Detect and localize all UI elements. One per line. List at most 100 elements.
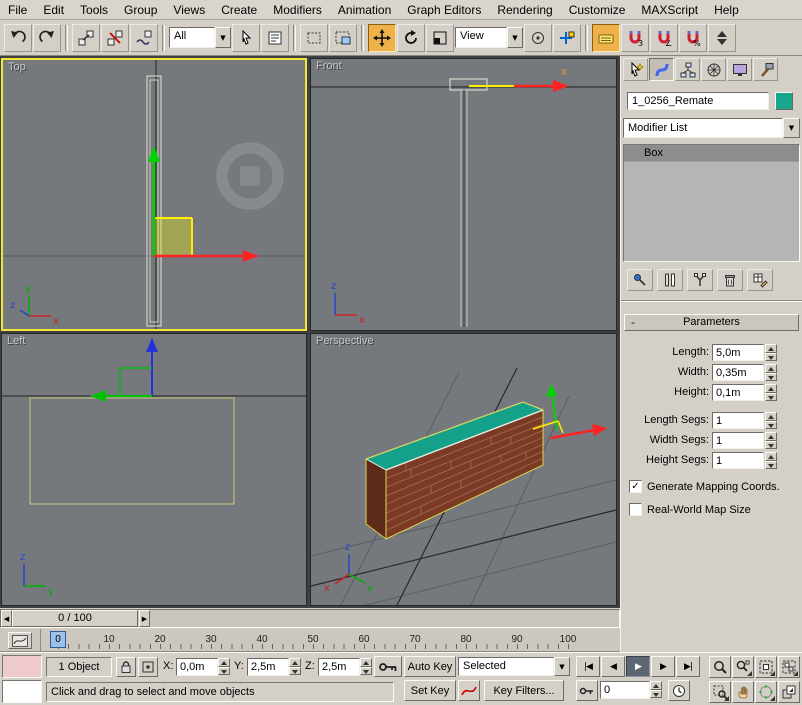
viewport-front-label[interactable]: Front — [316, 60, 342, 72]
key-filters-button[interactable]: Key Filters... — [484, 680, 564, 701]
zoom-extents-button[interactable] — [755, 656, 777, 678]
chevron-down-icon[interactable]: ▼ — [215, 27, 231, 48]
menu-graph-editors[interactable]: Graph Editors — [399, 1, 489, 19]
snap-toggle-3d-button[interactable]: 3 — [621, 24, 649, 52]
auto-key-button[interactable]: Auto Key — [404, 656, 456, 677]
current-frame-spinner[interactable] — [650, 681, 662, 698]
set-keys-button[interactable] — [374, 656, 402, 677]
zoom-all-button[interactable] — [732, 656, 754, 678]
menu-customize[interactable]: Customize — [561, 1, 634, 19]
chevron-down-icon[interactable]: ▼ — [783, 118, 800, 138]
set-key-button[interactable]: Set Key — [404, 680, 456, 701]
bind-to-space-warp-button[interactable] — [130, 24, 158, 52]
height-spinner[interactable] — [765, 384, 777, 401]
chevron-down-icon[interactable]: ▼ — [507, 27, 523, 48]
width-field[interactable]: 0,35m — [712, 364, 764, 381]
make-unique-button[interactable] — [687, 269, 713, 291]
object-name-field[interactable]: 1_0256_Remate — [627, 92, 769, 110]
box-object[interactable] — [366, 402, 543, 539]
width-segs-spinner[interactable] — [765, 432, 777, 449]
select-object-button[interactable] — [232, 24, 260, 52]
new-key-default-in-out-tangents-button[interactable] — [458, 680, 480, 701]
absolute-offset-mode-toggle[interactable] — [138, 657, 158, 677]
select-and-link-button[interactable] — [72, 24, 100, 52]
object-color-swatch[interactable] — [775, 92, 793, 110]
maximize-viewport-toggle[interactable] — [778, 681, 800, 703]
time-configuration-button[interactable] — [668, 680, 690, 701]
viewport-top[interactable]: y x z Top — [1, 58, 307, 331]
move-gizmo[interactable] — [90, 338, 158, 402]
maxscript-mini-listener[interactable] — [2, 680, 42, 703]
window-crossing-toggle-button[interactable] — [329, 24, 357, 52]
length-spinner[interactable] — [765, 344, 777, 361]
pin-stack-button[interactable] — [627, 269, 653, 291]
tab-hierarchy[interactable] — [675, 58, 700, 81]
viewport-perspective-label[interactable]: Perspective — [316, 335, 373, 347]
menu-rendering[interactable]: Rendering — [489, 1, 560, 19]
zoom-extents-all-button[interactable] — [778, 656, 800, 678]
box-object[interactable] — [30, 398, 234, 504]
menu-help[interactable]: Help — [706, 1, 747, 19]
go-to-start-button[interactable]: |◀ — [576, 656, 600, 677]
current-frame-marker[interactable]: 0 — [50, 631, 66, 648]
rectangular-selection-region-button[interactable] — [300, 24, 328, 52]
viewport-top-label[interactable]: Top — [8, 61, 26, 73]
coord-x-field[interactable]: 0,0m — [176, 658, 218, 676]
key-mode-toggle-button[interactable] — [576, 680, 598, 701]
pan-view-button[interactable] — [732, 681, 754, 703]
open-mini-curve-editor-button[interactable] — [8, 632, 32, 649]
viewport-perspective[interactable]: z x y Perspective — [310, 333, 617, 606]
show-end-result-button[interactable] — [657, 269, 683, 291]
key-mode-dropdown[interactable]: Selected ▼ — [458, 657, 570, 676]
coord-y-field[interactable]: 2,5m — [247, 658, 289, 676]
frame-ruler[interactable]: 0 10 20 30 40 50 60 70 80 90 100 0 — [40, 629, 620, 651]
maxscript-mini-listener-macro[interactable] — [2, 655, 42, 678]
configure-modifier-sets-button[interactable] — [747, 269, 773, 291]
select-and-move-button[interactable] — [368, 24, 396, 52]
spinner-snap-toggle-button[interactable] — [708, 24, 736, 52]
coord-z-spinner[interactable] — [360, 658, 372, 675]
use-center-button[interactable] — [524, 24, 552, 52]
selection-count-field[interactable]: 1 Object — [46, 657, 112, 677]
move-gizmo[interactable] — [533, 384, 607, 438]
zoom-region-button[interactable] — [709, 681, 731, 703]
length-segs-field[interactable]: 1 — [712, 412, 764, 429]
coord-z-field[interactable]: 2,5m — [318, 658, 360, 676]
length-field[interactable]: 5,0m — [712, 344, 764, 361]
select-and-scale-button[interactable] — [426, 24, 454, 52]
keyboard-shortcut-override-toggle[interactable] — [592, 24, 620, 52]
menu-modifiers[interactable]: Modifiers — [265, 1, 330, 19]
redo-button[interactable] — [33, 24, 61, 52]
time-slider-handle[interactable]: 0 / 100 — [12, 610, 138, 627]
width-segs-field[interactable]: 1 — [712, 432, 764, 449]
menu-tools[interactable]: Tools — [72, 1, 116, 19]
real-world-map-size-checkbox[interactable]: ✓ Real-World Map Size — [629, 503, 751, 516]
length-segs-spinner[interactable] — [765, 412, 777, 429]
height-field[interactable]: 0,1m — [712, 384, 764, 401]
select-and-manipulate-button[interactable] — [553, 24, 581, 52]
viewport-left-label[interactable]: Left — [7, 335, 25, 347]
go-to-end-button[interactable]: ▶| — [676, 656, 700, 677]
time-slider-right-arrow[interactable]: ▶ — [139, 610, 150, 627]
height-segs-spinner[interactable] — [765, 452, 777, 469]
remove-modifier-button[interactable] — [717, 269, 743, 291]
box-object[interactable] — [450, 79, 487, 327]
select-by-name-button[interactable] — [261, 24, 289, 52]
coord-y-spinner[interactable] — [289, 658, 301, 675]
undo-button[interactable] — [4, 24, 32, 52]
height-segs-field[interactable]: 1 — [712, 452, 764, 469]
percent-snap-toggle-button[interactable]: % — [679, 24, 707, 52]
menu-edit[interactable]: Edit — [35, 1, 72, 19]
coord-x-spinner[interactable] — [218, 658, 230, 675]
tab-motion[interactable] — [701, 58, 726, 81]
viewport-left[interactable]: z y Left — [1, 333, 307, 606]
menu-group[interactable]: Group — [116, 1, 165, 19]
selection-lock-toggle[interactable] — [116, 657, 136, 677]
arc-rotate-button[interactable] — [755, 681, 777, 703]
reference-coordsys-dropdown[interactable]: View ▼ — [455, 27, 523, 48]
menu-create[interactable]: Create — [213, 1, 265, 19]
play-animation-button[interactable]: ▶ — [626, 656, 650, 677]
parameters-rollout-header[interactable]: - Parameters — [624, 314, 799, 331]
modifier-list-dropdown[interactable]: Modifier List — [623, 118, 783, 138]
current-frame-field[interactable]: 0 — [600, 681, 650, 699]
